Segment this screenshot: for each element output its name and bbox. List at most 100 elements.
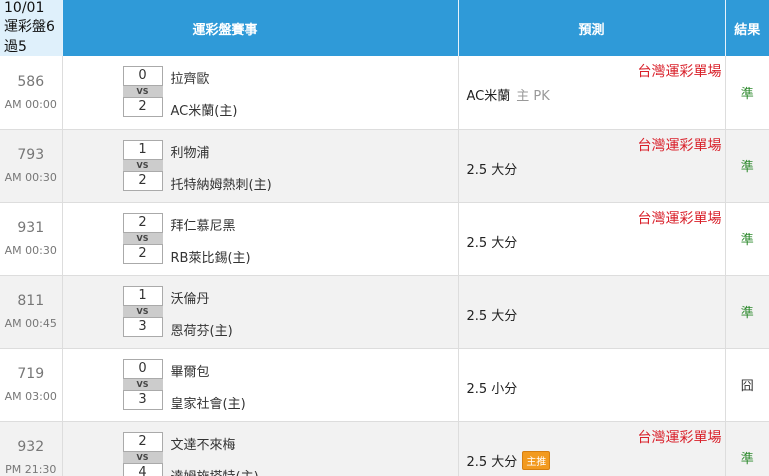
away-team: 利物浦 [170,145,210,161]
prediction-cell: 台灣運彩單場 2.5 大分 主推 [458,421,726,476]
vs-label: VS [122,159,163,171]
prediction-cell: 2.5 小分 [458,348,726,422]
game-number: 586 [17,73,45,90]
game-number-cell: 719 AM 03:00 [0,348,63,422]
match-cell: 0 VS 2 拉齊歐 AC米蘭(主) [62,56,459,130]
match-cell: 0 VS 3 畢爾包 皇家社會(主) [62,348,459,422]
away-team: 文達不來梅 [170,437,236,453]
home-team: 托特納姆熱刺(主) [170,177,272,193]
pick-value: 2.5 大分 [466,162,518,178]
table-row: 793 AM 00:30 1 VS 2 利物浦 托特納姆熱刺(主) 台灣運彩單場… [0,129,769,203]
game-number: 931 [17,220,45,236]
featured-badge: 主推 [522,450,551,470]
pick: 2.5 小分 [467,378,518,397]
table-row: 586 AM 00:00 0 VS 2 拉齊歐 AC米蘭(主) 台灣運彩單場 A… [0,56,769,130]
home-score: 3 [122,389,163,410]
game-time: AM 00:30 [4,171,57,184]
away-score: 1 [122,139,163,160]
pick-extra: 主 PK [516,89,550,104]
pick: 2.5 大分 [467,159,518,178]
game-time: AM 00:45 [4,317,57,330]
vs-label: VS [122,378,163,390]
score-box: 2 VS 4 [122,431,163,476]
home-score: 2 [122,243,163,264]
score-box: 1 VS 2 [122,139,163,191]
away-score: 0 [122,66,163,86]
pick: 2.5 大分 [467,305,518,324]
game-number: 932 [17,439,45,455]
away-team: 沃倫丹 [170,291,210,307]
away-team: 畢爾包 [170,364,210,380]
game-number: 811 [17,293,45,309]
prediction-cell: 2.5 大分 [458,275,726,349]
pick-value: 2.5 大分 [466,308,518,324]
source-label: 台灣運彩單場 [637,429,722,446]
predictions-table: 10/01 運彩盤6過5 運彩盤賽事 預測 結果 586 AM 00:00 0 … [0,0,769,476]
header-result: 結果 [725,0,769,56]
result: 準 [725,275,769,349]
prediction-cell: 台灣運彩單場 2.5 大分 [458,129,726,203]
source-label: 台灣運彩單場 [637,137,722,154]
home-score: 2 [122,170,163,191]
game-number-cell: 793 AM 00:30 [0,129,63,203]
home-team: AC米蘭(主) [170,104,238,119]
home-team: 皇家社會(主) [170,396,246,412]
table-row: 931 AM 00:30 2 VS 2 拜仁慕尼黑 RB萊比錫(主) 台灣運彩單… [0,202,769,276]
match-cell: 2 VS 4 文達不來梅 達姆施塔特(主) [62,421,459,476]
away-score: 0 [122,358,163,379]
pick-value: AC米蘭 [466,89,511,104]
game-number-cell: 932 PM 21:30 [0,421,63,476]
game-time: AM 00:30 [4,244,57,257]
game-time: PM 21:30 [5,463,57,476]
home-team: 恩荷芬(主) [170,323,233,339]
away-team: 拜仁慕尼黑 [170,218,236,234]
result: 準 [725,56,769,130]
pick: 2.5 大分 主推 [466,450,551,470]
match-cell: 1 VS 2 利物浦 托特納姆熱刺(主) [62,129,459,203]
table-row: 932 PM 21:30 2 VS 4 文達不來梅 達姆施塔特(主) 台灣運彩單… [0,421,769,476]
pick-value: 2.5 小分 [466,381,518,397]
header-date-title: 10/01 運彩盤6過5 [0,0,63,56]
home-team: RB萊比錫(主) [170,250,251,266]
vs-label: VS [122,451,163,463]
game-time: AM 00:00 [4,97,57,111]
home-score: 4 [122,462,163,476]
match-cell: 2 VS 2 拜仁慕尼黑 RB萊比錫(主) [62,202,459,276]
match-cell: 1 VS 3 沃倫丹 恩荷芬(主) [62,275,459,349]
header-prediction: 預測 [458,0,726,56]
header-match: 運彩盤賽事 [62,0,459,56]
pick-value: 2.5 大分 [466,235,518,251]
away-score: 2 [122,212,163,233]
score-box: 1 VS 3 [122,285,163,337]
source-label: 台灣運彩單場 [637,210,722,227]
vs-label: VS [122,86,163,97]
score-box: 2 VS 2 [122,212,163,264]
source-label: 台灣運彩單場 [637,64,722,80]
away-score: 1 [122,285,163,306]
score-box: 0 VS 2 [122,66,163,117]
prediction-cell: 台灣運彩單場 2.5 大分 [458,202,726,276]
result: 準 [725,421,769,476]
game-number: 719 [17,366,45,382]
home-team: 達姆施塔特(主) [171,466,259,476]
home-score: 2 [122,97,163,117]
game-number: 793 [17,147,45,163]
pick: AC米蘭 主 PK [467,85,550,104]
table-row: 811 AM 00:45 1 VS 3 沃倫丹 恩荷芬(主) 2.5 大分 準 [0,275,769,349]
result: 準 [725,129,769,203]
game-number-cell: 586 AM 00:00 [0,56,63,130]
game-number-cell: 811 AM 00:45 [0,275,63,349]
pick-value: 2.5 大分 [466,454,518,470]
score-box: 0 VS 3 [122,358,163,410]
table-row: 719 AM 03:00 0 VS 3 畢爾包 皇家社會(主) 2.5 小分 囧 [0,348,769,422]
away-team: 拉齊歐 [170,72,210,87]
prediction-cell: 台灣運彩單場 AC米蘭 主 PK [458,56,726,130]
game-time: AM 03:00 [4,390,57,403]
result: 準 [725,202,769,276]
table-header: 10/01 運彩盤6過5 運彩盤賽事 預測 結果 [0,0,769,56]
game-number-cell: 931 AM 00:30 [0,202,63,276]
result: 囧 [725,348,769,422]
pick: 2.5 大分 [467,232,518,251]
vs-label: VS [122,305,163,317]
vs-label: VS [122,232,163,244]
